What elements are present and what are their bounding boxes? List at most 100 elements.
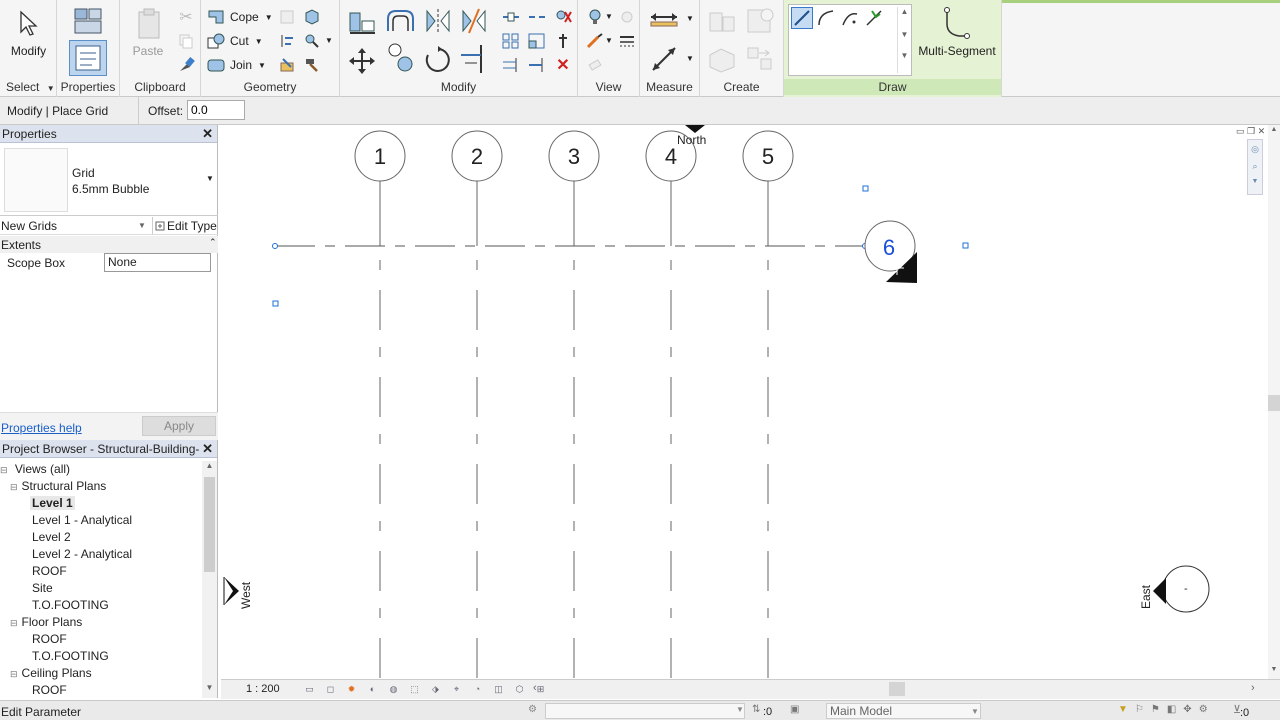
chevron-down-icon[interactable]: ▼ xyxy=(686,14,694,23)
unpin-icon[interactable] xyxy=(552,6,574,28)
chevron-down-icon[interactable]: ▼ xyxy=(605,36,613,45)
offset-input[interactable] xyxy=(187,100,245,120)
view-window-controls[interactable]: ▭ ❐ ✕ xyxy=(1236,126,1265,137)
grid-handle[interactable] xyxy=(272,300,279,307)
cut-geometry-button[interactable]: Cut ▼ xyxy=(207,30,263,52)
start-end-arc-icon[interactable] xyxy=(815,7,837,29)
crop-view-icon[interactable]: ⬚ xyxy=(408,684,421,696)
shadows-icon[interactable]: ◐ xyxy=(366,684,379,696)
mirror-draw-axis-icon[interactable] xyxy=(458,6,490,36)
workset-dropdown[interactable]: ▼ xyxy=(545,703,745,719)
drawing-canvas[interactable]: 54321 6 North West East - ▭ ❐ ✕ ◎ ⌕ ▼ xyxy=(221,125,1268,679)
instance-filter-dropdown[interactable]: New Grids ▼ xyxy=(0,216,148,235)
grid-end-handle[interactable] xyxy=(272,243,278,249)
properties-toggle-button[interactable] xyxy=(69,40,107,76)
chevron-down-icon[interactable]: ▼ xyxy=(325,36,333,45)
wall-joins-icon[interactable] xyxy=(276,6,298,28)
match-properties-icon[interactable] xyxy=(175,54,197,76)
multi-segment-button[interactable]: Multi-Segment xyxy=(912,44,1002,58)
create-parts-icon[interactable] xyxy=(744,6,776,36)
horizontal-scroll-thumb[interactable] xyxy=(889,682,905,696)
detail-level-icon[interactable]: ▭ xyxy=(303,684,316,696)
tree-view-item[interactable]: ROOF xyxy=(30,682,69,699)
select-links-icon[interactable]: ▼ xyxy=(1118,704,1128,715)
grid-handle[interactable] xyxy=(962,242,969,249)
worksets-icon[interactable]: ⚙ xyxy=(528,704,537,715)
apply-button[interactable]: Apply xyxy=(142,416,216,436)
view-scale[interactable]: 1 : 200 xyxy=(246,683,280,695)
offset-icon[interactable] xyxy=(384,6,416,36)
tree-view-item[interactable]: ROOF xyxy=(30,631,69,648)
cope-button[interactable]: Cope ▼ xyxy=(207,6,273,28)
line-draw-icon[interactable] xyxy=(791,7,813,29)
edit-type-button[interactable]: Edit Type xyxy=(152,217,217,234)
tree-view-item[interactable]: T.O.FOOTING xyxy=(30,597,111,614)
east-elevation-marker[interactable] xyxy=(1153,565,1210,613)
tree-view-item[interactable]: Level 1 xyxy=(30,495,75,512)
hide-override-icon[interactable] xyxy=(616,6,638,28)
multi-segment-icon[interactable] xyxy=(939,6,975,42)
align-elements-icon[interactable] xyxy=(276,30,298,52)
show-crop-icon[interactable]: ⬗ xyxy=(429,684,442,696)
move-icon[interactable] xyxy=(346,46,378,76)
grid-handle[interactable] xyxy=(862,185,869,192)
create-group-icon[interactable] xyxy=(706,44,738,74)
tree-category[interactable]: ⊟ Floor Plans xyxy=(10,614,82,631)
reveal-hidden-icon[interactable]: ◔ xyxy=(471,684,484,696)
align-icon[interactable] xyxy=(346,6,378,36)
split-face-icon[interactable] xyxy=(301,6,323,28)
grid-line-4[interactable]: 4 xyxy=(645,130,697,679)
properties-help-link[interactable]: Properties help xyxy=(1,421,82,435)
canvas-vertical-scrollbar[interactable]: ▲ ▼ xyxy=(1268,125,1280,679)
join-button[interactable]: Join ▼ xyxy=(207,54,266,76)
design-options-icon[interactable]: ▣ xyxy=(790,704,799,715)
sun-path-icon[interactable]: ✹ xyxy=(345,684,358,696)
select-underlay-icon[interactable]: ⚐ xyxy=(1135,704,1144,715)
drag-on-selection-icon[interactable]: ✥ xyxy=(1183,704,1191,715)
visual-style-icon[interactable]: ◻ xyxy=(324,684,337,696)
background-process-icon[interactable]: ⚙ xyxy=(1199,704,1208,715)
create-similar-icon[interactable] xyxy=(744,44,776,74)
chevron-down-icon[interactable]: ▼ xyxy=(686,54,694,63)
show-rendering-icon[interactable]: ◍ xyxy=(387,684,400,696)
grid-line-1[interactable]: 1 xyxy=(354,130,406,679)
tree-view-item[interactable]: Level 2 xyxy=(30,529,73,546)
group-header-extents[interactable]: Extents ⌃ xyxy=(0,236,218,253)
modify-button[interactable]: Modify xyxy=(0,44,57,58)
scroll-right-icon[interactable]: › xyxy=(1251,682,1255,694)
temporary-view-properties-icon[interactable]: ◫ xyxy=(492,684,505,696)
tree-view-item[interactable]: Level 1 - Analytical xyxy=(30,512,134,529)
mirror-pick-axis-icon[interactable] xyxy=(422,6,454,36)
tree-view-item[interactable]: ROOF xyxy=(30,563,69,580)
tree-view-item[interactable]: T.O.FOOTING xyxy=(30,648,111,665)
copy-element-icon[interactable] xyxy=(384,42,416,76)
center-ends-arc-icon[interactable] xyxy=(839,7,861,29)
wall-join-edit-icon[interactable] xyxy=(276,54,298,76)
select-dropdown[interactable]: Select ▼ xyxy=(0,79,56,95)
tree-view-item[interactable]: Site xyxy=(30,580,55,597)
scale-icon[interactable] xyxy=(526,30,548,52)
select-pinned-icon[interactable]: ⚑ xyxy=(1151,704,1160,715)
editable-only-icon[interactable]: ⇅ xyxy=(752,704,760,715)
analytical-model-icon[interactable]: ⬡ xyxy=(513,684,526,696)
grid-line-3[interactable]: 3 xyxy=(548,130,600,679)
paste-icon[interactable] xyxy=(135,8,163,43)
copy-icon[interactable] xyxy=(175,30,197,52)
chevron-down-icon[interactable]: ▼ xyxy=(605,12,613,21)
cursor-arrow-icon[interactable] xyxy=(17,10,39,39)
navigation-bar[interactable]: ◎ ⌕ ▼ xyxy=(1247,139,1263,195)
rotate-icon[interactable] xyxy=(422,44,454,76)
type-selector[interactable]: Grid 6.5mm Bubble ▼ xyxy=(0,144,218,216)
scroll-thumb[interactable] xyxy=(1268,395,1280,411)
temporary-hide-icon[interactable]: ⌖ xyxy=(450,684,463,696)
split-element-icon[interactable] xyxy=(500,6,522,28)
scope-box-value[interactable]: None xyxy=(104,253,211,272)
grid-line-5[interactable]: 5 xyxy=(742,130,794,679)
thin-lines-icon[interactable] xyxy=(616,30,638,52)
paint-icon[interactable] xyxy=(301,30,323,52)
pick-lines-icon[interactable] xyxy=(863,7,885,29)
scroll-left-icon[interactable]: ‹ xyxy=(533,682,537,694)
select-by-face-icon[interactable]: ◧ xyxy=(1167,704,1176,715)
tree-category[interactable]: ⊟ Ceiling Plans xyxy=(10,665,92,682)
zoom-icon[interactable]: ⌕ xyxy=(1248,161,1262,172)
